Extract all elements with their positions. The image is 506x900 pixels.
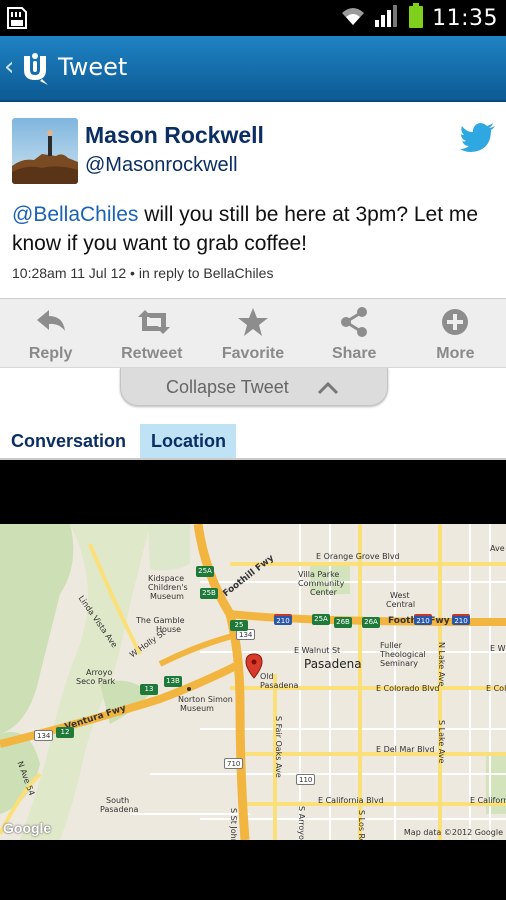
map-label: E Colorado Blvd	[376, 684, 440, 693]
map-label: E California Blvd	[318, 796, 384, 805]
avatar[interactable]	[12, 118, 78, 184]
highway-shield: 210	[274, 614, 292, 625]
map-label: Kidspace	[148, 574, 185, 583]
share-icon	[338, 307, 370, 337]
map-label: S Fair Oaks Ave	[274, 716, 283, 778]
plus-circle-icon	[439, 307, 471, 337]
map-label: N Lake Ave	[437, 642, 446, 687]
map-label: S Lake Ave	[437, 720, 446, 764]
map-label: Pasadena	[304, 657, 362, 671]
map-label: Theological	[380, 650, 426, 659]
tweet-meta[interactable]: 10:28am 11 Jul 12 • in reply to BellaChi…	[12, 265, 273, 281]
map-label: Fuller	[380, 641, 402, 650]
map-label: Seco Park	[76, 677, 116, 686]
map-label: Center	[310, 588, 337, 597]
star-icon	[237, 307, 269, 337]
exit-marker: 25A	[196, 566, 214, 577]
collapse-tweet-label: Collapse Tweet	[166, 377, 289, 397]
map-label: E Del Mar Blvd	[376, 745, 435, 754]
map-label: Arroyo	[86, 668, 113, 677]
app-logo-icon[interactable]	[20, 50, 50, 86]
favorite-button[interactable]: Favorite	[202, 299, 303, 367]
map-label: Children's	[148, 583, 188, 592]
tab-conversation[interactable]: Conversation	[0, 424, 136, 458]
exit-marker: 25A	[312, 614, 330, 625]
tweet-text: @BellaChiles will you still be here at 3…	[12, 200, 496, 258]
more-button[interactable]: More	[405, 299, 506, 367]
exit-marker: 26A	[362, 617, 380, 628]
user-handle[interactable]: @Masonrockwell	[85, 154, 238, 177]
retweet-label: Retweet	[121, 345, 183, 362]
highway-shield: 210	[414, 614, 432, 625]
user-name[interactable]: Mason Rockwell	[85, 122, 264, 149]
map-label: Seminary	[380, 659, 419, 668]
map-label: Old Pasadena	[260, 672, 299, 690]
google-logo: Google	[3, 820, 52, 836]
share-button[interactable]: Share	[304, 299, 405, 367]
map-label: E Walnut St	[294, 646, 341, 655]
map-label: The Gamble	[136, 616, 185, 625]
signal-icon	[374, 4, 400, 32]
retweet-button[interactable]: Retweet	[101, 299, 202, 367]
map-label: S Los Robles	[357, 810, 366, 840]
reply-label: Reply	[28, 345, 73, 362]
exit-marker: 13B	[164, 676, 182, 687]
map-label: Norton Simon	[178, 695, 233, 704]
exit-marker: 26B	[334, 617, 352, 628]
sd-card-icon	[6, 6, 28, 30]
reply-button[interactable]: Reply	[0, 299, 101, 367]
highway-shield: 110	[296, 774, 316, 785]
retweet-icon	[136, 307, 170, 337]
exit-marker: 13	[140, 684, 158, 695]
page-title: Tweet	[58, 53, 128, 81]
exit-marker: 25B	[200, 588, 218, 599]
highway-shield: 134	[34, 730, 54, 741]
exit-marker: 12	[56, 727, 74, 738]
exit-marker: 25	[230, 620, 248, 631]
tweet-actions-toolbar: Reply Retweet Favorite Share More	[0, 298, 506, 368]
more-label: More	[436, 345, 475, 362]
reply-icon	[35, 307, 67, 337]
action-bar: ‹ Tweet	[0, 36, 506, 102]
map-label: Museum	[180, 704, 214, 713]
map-label: E Col	[486, 684, 506, 693]
location-map[interactable]: E Orange Grove Blvd Villa Parke Communit…	[0, 524, 506, 840]
back-chevron-icon[interactable]: ‹	[4, 54, 14, 80]
map-label: E W	[490, 644, 506, 653]
tab-bar: Conversation Location	[0, 424, 506, 460]
tab-location[interactable]: Location	[140, 424, 236, 458]
poi-dot	[187, 687, 191, 691]
map-label: Central	[386, 600, 416, 609]
map-attribution: Map data ©2012 Google	[403, 828, 503, 837]
map-label: E California	[470, 796, 506, 805]
battery-icon	[408, 3, 424, 33]
map-label: S Arroyo	[297, 806, 306, 840]
map-label: South	[106, 796, 130, 805]
favorite-label: Favorite	[221, 345, 285, 362]
share-label: Share	[331, 345, 377, 362]
mention-link[interactable]: @BellaChiles	[12, 203, 138, 226]
chevron-up-icon	[317, 380, 339, 395]
map-label: Villa Parke	[298, 570, 340, 579]
highway-shield: 210	[452, 614, 470, 625]
map-label: S St John	[229, 808, 238, 840]
park-area	[148, 524, 190, 571]
map-label: E Orange Grove Blvd	[316, 552, 400, 561]
map-label: Community	[298, 579, 345, 588]
tweet-card: Mason Rockwell @Masonrockwell @BellaChil…	[0, 102, 506, 298]
collapse-tweet-button[interactable]: Collapse Tweet	[120, 368, 388, 406]
wifi-icon	[340, 5, 366, 31]
map-label: Ave	[490, 544, 505, 553]
twitter-bird-icon	[460, 122, 496, 152]
status-bar: 11:35	[0, 0, 506, 36]
highway-shield: 710	[224, 758, 244, 769]
map-label: West	[390, 591, 410, 600]
collapse-area: Collapse Tweet Conversation Location	[0, 368, 506, 460]
map-label: Pasadena	[100, 805, 139, 814]
clock: 11:35	[432, 5, 498, 31]
map-label: Museum	[150, 592, 184, 601]
